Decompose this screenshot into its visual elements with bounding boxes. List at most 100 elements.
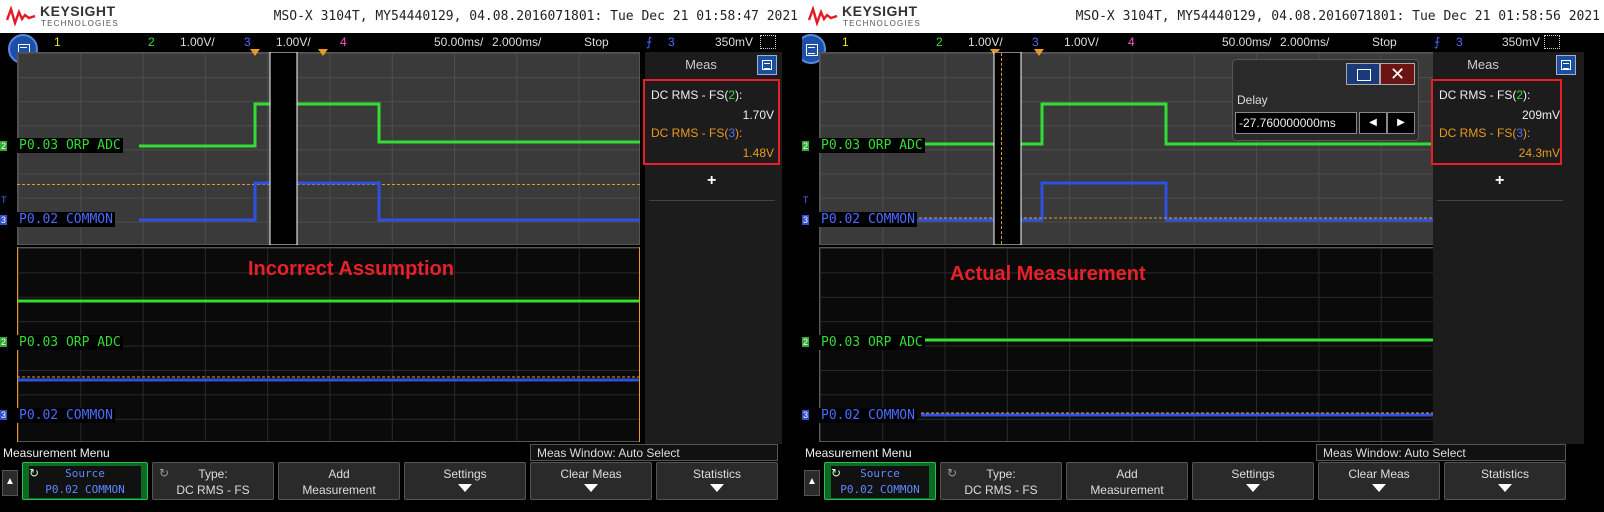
clear-meas-softkey[interactable]: Clear Meas [1318,462,1440,500]
channel-status-bar: 1 2 1.00V/ 3 1.00V/ 4 50.00ms/ 2.000ms/ … [802,33,1604,52]
ch2-scale[interactable]: 1.00V/ [180,35,215,49]
channel-status-bar: 1 2 1.00V/ 3 1.00V/ 4 50.00ms/ 2.000ms/ … [0,33,802,52]
ch2-ground-marker[interactable]: 2 [802,141,810,151]
ch2-indicator[interactable]: 2 [936,35,943,49]
instrument-info: MSO-X 3104T, MY54440129, 04.08.201607180… [1075,9,1600,24]
meas-panel-title: Meas [1467,57,1499,72]
ch2-zoom-label: P0.03 ORP ADC [819,335,925,350]
meas-1-value: 1.70V [742,108,774,122]
timebase[interactable]: 50.00ms/ [1222,35,1271,49]
zoom-timebase[interactable]: 2.000ms/ [1280,35,1329,49]
type-softkey[interactable]: ↻ Type: DC RMS - FS [940,462,1062,500]
meas-separator [649,200,775,201]
popup-menu-button[interactable] [1346,63,1380,85]
meas-1-name[interactable]: DC RMS - FS(2): [651,88,742,102]
add-measurement-icon[interactable]: + [1495,172,1504,190]
submenu-arrow-icon [458,484,472,492]
meas-1-name[interactable]: DC RMS - FS(2): [1439,88,1530,102]
annotation-text: Actual Measurement [950,263,1146,285]
delay-increment-button[interactable]: ▶ [1387,112,1415,134]
cycle-icon: ↻ [947,466,958,480]
brand-name: KEYSIGHT [40,3,116,19]
header-bar: KEYSIGHT TECHNOLOGIES MSO-X 3104T, MY544… [0,0,802,33]
meas-panel-menu-button[interactable] [757,55,777,75]
meas-2-name[interactable]: DC RMS - FS(3): [651,126,742,140]
meas-2-name[interactable]: DC RMS - FS(3): [1439,126,1530,140]
ch1-indicator[interactable]: 1 [54,35,61,49]
ch3-zoom-ground-marker[interactable]: 3 [0,410,8,420]
settings-softkey[interactable]: Settings [404,462,526,500]
submenu-arrow-icon [584,484,598,492]
scope-screenshot-right: KEYSIGHT TECHNOLOGIES MSO-X 3104T, MY544… [802,0,1604,512]
scope-screenshot-left: KEYSIGHT TECHNOLOGIES MSO-X 3104T, MY544… [0,0,802,512]
meas-2-value: 24.3mV [1518,146,1560,160]
statistics-softkey[interactable]: Statistics [1444,462,1566,500]
submenu-arrow-icon [1372,484,1386,492]
popup-close-button[interactable]: ✕ [1380,63,1415,85]
trigger-channel[interactable]: 3 [1456,35,1463,49]
ch2-zoom-ground-marker[interactable]: 2 [802,337,810,347]
meas-separator [1437,200,1563,201]
ch4-indicator[interactable]: 4 [1128,35,1135,49]
trigger-channel[interactable]: 3 [668,35,675,49]
run-state[interactable]: Stop [1372,35,1397,49]
meas-panel-title: Meas [685,57,717,72]
trigger-level-marker[interactable]: T [802,195,810,205]
instrument-info: MSO-X 3104T, MY54440129, 04.08.201607180… [273,9,798,24]
trigger-level[interactable]: 350mV [1502,35,1540,49]
trigger-edge-icon: ⨍ [1434,35,1441,49]
run-state[interactable]: Stop [584,35,609,49]
ch1-indicator[interactable]: 1 [842,35,849,49]
add-measurement-softkey[interactable]: Add Measurement [1066,462,1188,500]
trigger-level-marker[interactable]: T [0,195,8,205]
brand-sub: TECHNOLOGIES [41,19,119,28]
ch2-zoom-ground-marker[interactable]: 2 [0,337,8,347]
menu-title: Measurement Menu [3,446,110,460]
source-softkey[interactable]: ↻ Source P0.02 COMMON [824,462,936,500]
add-measurement-icon[interactable]: + [707,172,716,190]
header-bar: KEYSIGHT TECHNOLOGIES MSO-X 3104T, MY544… [802,0,1604,33]
ch3-ground-marker[interactable]: 3 [802,215,810,225]
cycle-icon: ↻ [831,466,842,480]
clear-meas-softkey[interactable]: Clear Meas [530,462,652,500]
ch3-zoom-label: P0.02 COMMON [819,408,917,423]
add-measurement-softkey[interactable]: Add Measurement [278,462,400,500]
ch3-label: P0.02 COMMON [17,212,115,227]
meas-panel-menu-button[interactable] [1556,55,1576,75]
ch3-label: P0.02 COMMON [819,212,917,227]
back-button[interactable]: ▲ [804,470,820,496]
ch3-ground-marker[interactable]: 3 [0,215,8,225]
ch3-zoom-ground-marker[interactable]: 3 [802,410,810,420]
submenu-arrow-icon [1246,484,1260,492]
screen-capture-icon[interactable] [760,35,776,49]
ch3-scale[interactable]: 1.00V/ [276,35,311,49]
ch2-label: P0.03 ORP ADC [819,138,925,153]
delay-decrement-button[interactable]: ◀ [1359,112,1387,134]
ch2-indicator[interactable]: 2 [148,35,155,49]
keysight-logo: KEYSIGHT TECHNOLOGIES [808,2,968,32]
ch2-ground-marker[interactable]: 2 [0,141,8,151]
ch3-indicator[interactable]: 3 [244,35,251,49]
type-softkey[interactable]: ↻ Type: DC RMS - FS [152,462,274,500]
brand-sub: TECHNOLOGIES [843,19,921,28]
ch3-scale[interactable]: 1.00V/ [1064,35,1099,49]
zoom-timebase[interactable]: 2.000ms/ [492,35,541,49]
meas-window-status: Meas Window: Auto Select [1316,444,1566,461]
brand-name: KEYSIGHT [842,3,918,19]
measurement-panel: Meas DC RMS - FS(2): 209mV DC RMS - FS(3… [1431,52,1584,444]
meas-1-value: 209mV [1521,108,1560,122]
delay-value-field[interactable]: -27.760000000ms [1235,112,1357,134]
trigger-level[interactable]: 350mV [715,35,753,49]
ch4-indicator[interactable]: 4 [340,35,347,49]
settings-softkey[interactable]: Settings [1192,462,1314,500]
source-softkey[interactable]: ↻ Source P0.02 COMMON [22,462,148,500]
statistics-softkey[interactable]: Statistics [656,462,778,500]
timebase[interactable]: 50.00ms/ [434,35,483,49]
screen-capture-icon[interactable] [1544,35,1560,49]
back-button[interactable]: ▲ [2,470,18,496]
ch3-zoom-label: P0.02 COMMON [17,408,115,423]
ch3-trace [139,181,640,222]
ch2-scale[interactable]: 1.00V/ [968,35,1003,49]
ch3-indicator[interactable]: 3 [1032,35,1039,49]
cycle-icon: ↻ [29,466,40,480]
